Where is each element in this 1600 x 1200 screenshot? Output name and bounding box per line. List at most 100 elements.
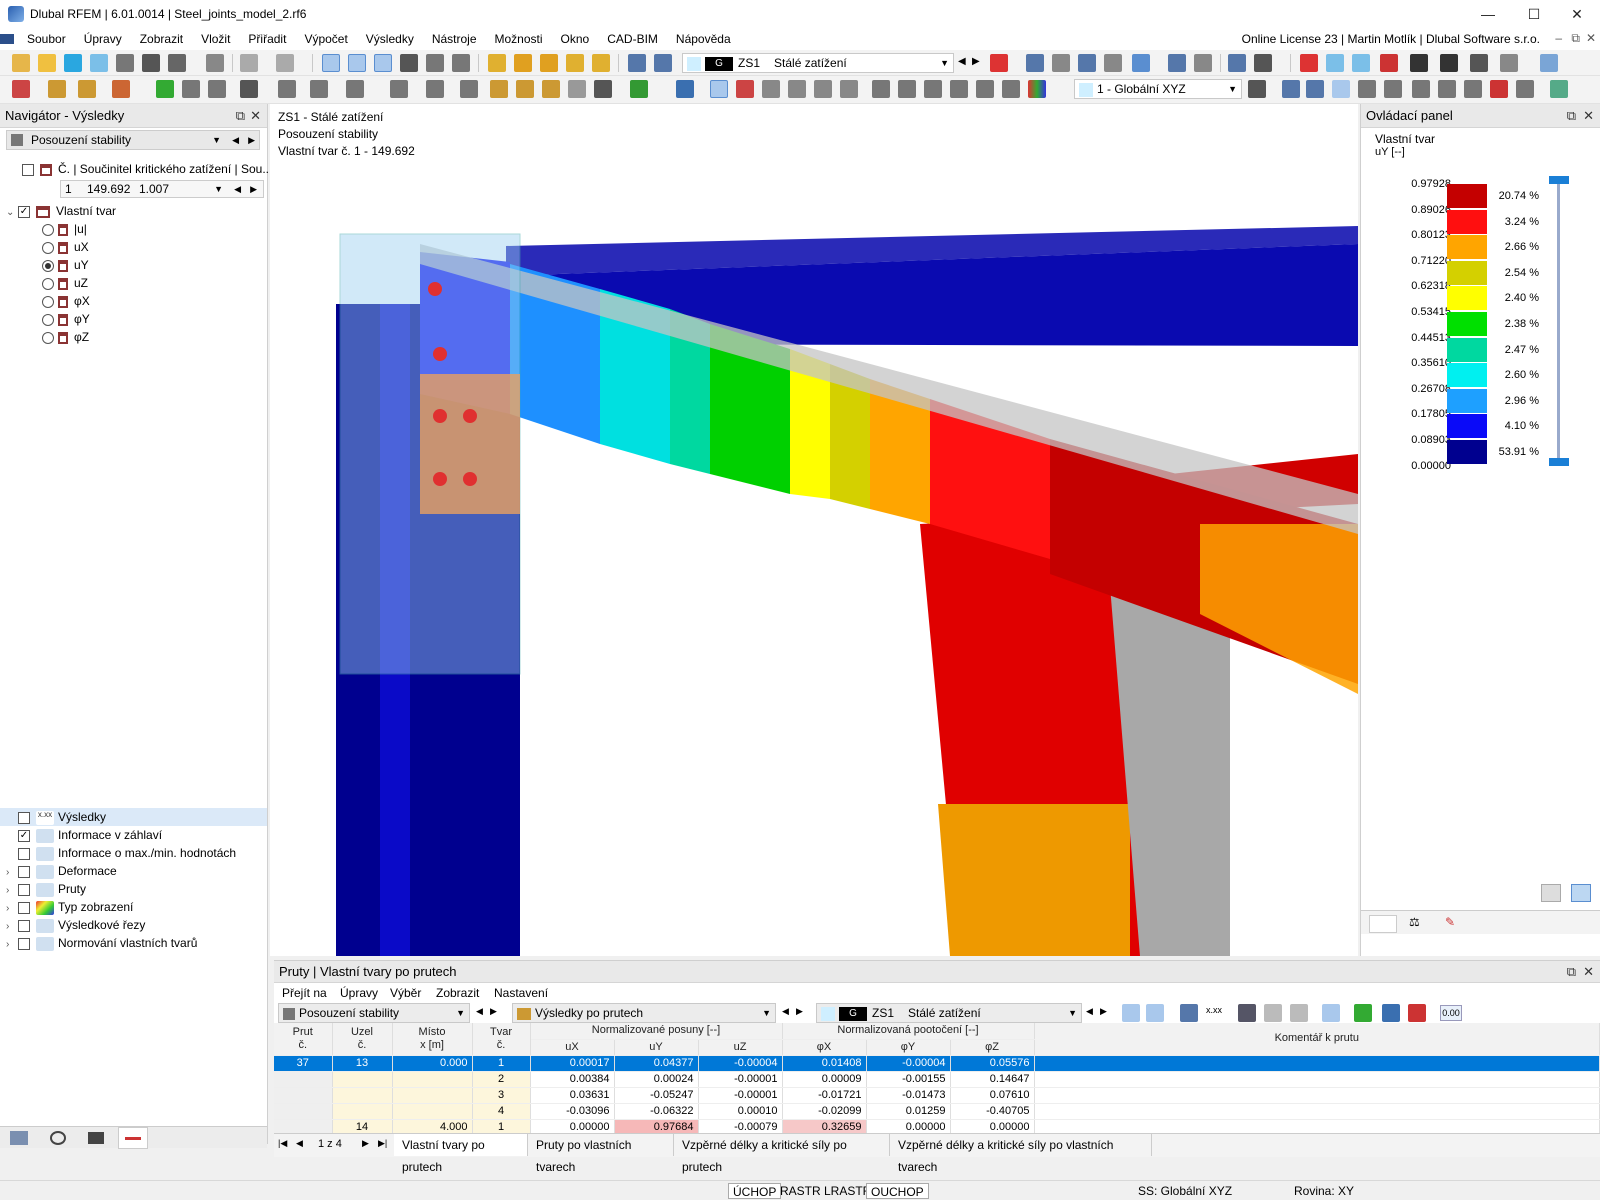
menu-upravy[interactable]: Úpravy	[75, 32, 131, 46]
menu-vysledky[interactable]: Výsledky	[357, 32, 423, 46]
nav-item-header-info[interactable]: ✓ Informace v záhlaví	[6, 826, 162, 844]
visibility-icon[interactable]	[1412, 80, 1430, 98]
internal-forces-icon[interactable]	[762, 80, 780, 98]
divide-icon[interactable]	[490, 80, 508, 98]
chevron-down-icon[interactable]: ▼	[1228, 80, 1237, 98]
prev-icon[interactable]: ◀	[782, 1006, 789, 1017]
mirror-icon[interactable]	[390, 80, 408, 98]
close-navigator-icon[interactable]: ✕	[250, 104, 261, 128]
nav-item-vysledky[interactable]: x.xx Výsledky	[6, 808, 106, 826]
mode-shape-node[interactable]: ⌄ ✓ Vlastní tvar	[6, 202, 116, 220]
reactions-icon[interactable]	[814, 80, 832, 98]
nav-item-normovani[interactable]: › Normování vlastních tvarů	[6, 934, 197, 952]
col-tvar[interactable]: Tvar č.	[472, 1023, 531, 1056]
open-icon[interactable]	[38, 54, 56, 72]
menu-moznosti[interactable]: Možnosti	[486, 32, 552, 46]
menu-vlozit[interactable]: Vložit	[192, 32, 239, 46]
views-tab-icon[interactable]	[88, 1132, 104, 1144]
status-grid[interactable]: RASTR	[776, 1183, 825, 1199]
table-row[interactable]: 3 0.03631 -0.05247 -0.00001 -0.01721 -0.…	[274, 1087, 1600, 1104]
status-osnap[interactable]: OUCHOP	[866, 1183, 929, 1199]
col-phix[interactable]: φX	[782, 1039, 867, 1056]
columns-icon[interactable]	[1264, 1004, 1282, 1022]
chevron-down-icon[interactable]: ▼	[212, 131, 221, 149]
pin-icon[interactable]: ⧉	[1567, 104, 1576, 128]
legend-slider-bottom[interactable]	[1549, 458, 1569, 466]
first-page-icon[interactable]: |◀	[278, 1138, 287, 1149]
pin-icon[interactable]: ⧉	[236, 104, 245, 128]
close-icon[interactable]: ✕	[1554, 0, 1600, 28]
prev-icon[interactable]: ◀	[234, 181, 241, 197]
menu-cad-bim[interactable]: CAD-BIM	[598, 32, 667, 46]
col-uzel[interactable]: Uzel č.	[332, 1023, 393, 1056]
critical-factor-select[interactable]: 1 149.692 1.007 ▼ ◀ ▶	[60, 180, 264, 198]
results-filter-icon[interactable]	[990, 54, 1008, 72]
table-menu-goto[interactable]: Přejít na	[282, 983, 327, 1003]
show-results-icon[interactable]	[1026, 54, 1044, 72]
component-phiz[interactable]: φZ	[42, 328, 89, 346]
table-row[interactable]: 4 -0.03096 -0.06322 0.00010 -0.02099 0.0…	[274, 1103, 1600, 1120]
report-icon[interactable]	[206, 54, 224, 72]
section-cut-icon[interactable]	[872, 80, 890, 98]
line-icon[interactable]	[48, 80, 66, 98]
excel-icon[interactable]	[1354, 1004, 1372, 1022]
col-misto[interactable]: Místo x [m]	[392, 1023, 473, 1056]
isobands-icon[interactable]	[950, 80, 968, 98]
surface-icon[interactable]	[112, 80, 130, 98]
table-menu-select[interactable]: Výběr	[390, 983, 421, 1003]
prev-page-icon[interactable]: ◀	[296, 1138, 303, 1149]
nav-item-rezy[interactable]: › Výsledkové řezy	[6, 916, 145, 934]
factor-tab-icon[interactable]: ✎	[1445, 915, 1473, 933]
tab-buckling-by-mode-shape[interactable]: Vzpěrné délky a kritické síly po vlastní…	[890, 1134, 1152, 1174]
view-box-icon[interactable]	[1352, 54, 1370, 72]
show-in-model-icon[interactable]	[1180, 1004, 1198, 1022]
prev-icon[interactable]: ◀	[476, 1006, 483, 1017]
component-u[interactable]: |u|	[42, 220, 87, 238]
table-load-case-select[interactable]: G ZS1 Stálé zatížení ▼	[816, 1003, 1082, 1023]
component-uy[interactable]: uY	[42, 256, 89, 274]
load-case-select[interactable]: G ZS1 Stálé zatížení ▼	[682, 53, 954, 73]
table-menu-view[interactable]: Zobrazit	[436, 983, 479, 1003]
model-viewport[interactable]: ZS1 - Stálé zatížení Posouzení stability…	[270, 104, 1358, 956]
rotate-icon[interactable]	[346, 80, 364, 98]
close-table-icon[interactable]: ✕	[1583, 961, 1594, 983]
chevron-down-icon[interactable]: ▼	[214, 181, 223, 197]
maximize-icon[interactable]: ☐	[1511, 0, 1557, 28]
nav-item-deformace[interactable]: › Deformace	[6, 862, 117, 880]
prev-icon[interactable]: ◀	[1086, 1006, 1093, 1017]
data-tab-icon[interactable]	[10, 1131, 28, 1145]
filter-icon[interactable]	[1382, 1004, 1400, 1022]
menu-priradit[interactable]: Přiřadit	[239, 32, 295, 46]
render-icon[interactable]	[1540, 54, 1558, 72]
table-menu-edit[interactable]: Úpravy	[340, 983, 378, 1003]
float-icon[interactable]: ⧉	[1571, 31, 1580, 46]
check-icon[interactable]	[540, 54, 558, 72]
menu-vypocet[interactable]: Výpočet	[295, 32, 356, 46]
explode-icon[interactable]	[568, 80, 586, 98]
pin-icon[interactable]: ⧉	[1567, 961, 1576, 983]
camera-icon[interactable]	[1516, 80, 1534, 98]
menu-zobrazit[interactable]: Zobrazit	[131, 32, 192, 46]
decimals-icon[interactable]: 0.00	[1440, 1005, 1462, 1021]
share-icon[interactable]	[90, 54, 108, 72]
chart-icon[interactable]	[1322, 1004, 1340, 1022]
dimension-icon[interactable]	[240, 80, 258, 98]
table-menu-settings[interactable]: Nastavení	[494, 983, 548, 1003]
dxf-icon[interactable]	[1384, 80, 1402, 98]
stress-icon[interactable]	[788, 80, 806, 98]
delete-icon[interactable]	[1300, 54, 1318, 72]
axis-y-icon[interactable]	[1410, 54, 1428, 72]
value-labels-icon[interactable]	[1104, 54, 1122, 72]
nav-item-maxmin-info[interactable]: Informace o max./min. hodnotách	[6, 844, 236, 862]
tab-members-by-mode-shape[interactable]: Pruty po vlastních tvarech	[528, 1134, 674, 1174]
link-icon[interactable]	[1122, 1004, 1140, 1022]
calc-all-icon[interactable]	[514, 54, 532, 72]
next-page-icon[interactable]: ▶	[362, 1138, 369, 1149]
guideline-icon[interactable]	[1358, 80, 1376, 98]
axis-z-icon[interactable]	[1440, 54, 1458, 72]
next-icon[interactable]: ▶	[490, 1006, 497, 1017]
close-doc-icon[interactable]: ✕	[1586, 31, 1596, 45]
balance-tab-icon[interactable]: ⚖	[1409, 915, 1437, 933]
col-uy[interactable]: uY	[614, 1039, 699, 1056]
hide-icon[interactable]	[1438, 80, 1456, 98]
